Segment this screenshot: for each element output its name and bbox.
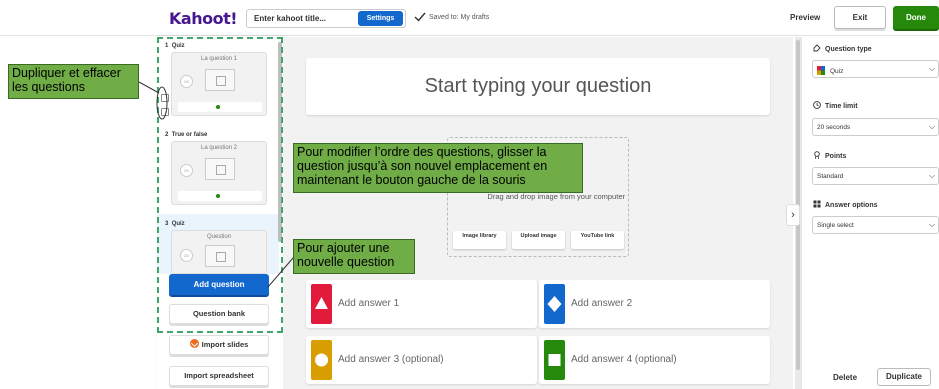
clock-icon bbox=[813, 101, 821, 109]
annotation-add-question: Pour ajouter une nouvelle question bbox=[293, 239, 415, 274]
highlight-frame bbox=[157, 37, 283, 333]
saved-status: Saved to: My drafts bbox=[429, 14, 490, 21]
answer-options-select[interactable]: Single select ⌵ bbox=[812, 216, 939, 234]
time-limit-select[interactable]: 20 seconds ⌵ bbox=[812, 118, 939, 136]
annotation-reorder: Pour modifier l’ordre des questions, gli… bbox=[293, 143, 583, 193]
time-limit-heading: Time limit bbox=[813, 101, 858, 110]
chevron-right-icon[interactable]: › bbox=[786, 204, 800, 226]
medal-icon bbox=[814, 151, 820, 159]
answer-4[interactable]: Add answer 4 (optional) bbox=[539, 336, 770, 384]
import-spreadsheet-button[interactable]: Import spreadsheet bbox=[169, 366, 269, 386]
kahoot-logo[interactable]: Kahoot! bbox=[169, 9, 238, 28]
annotation-duplicate-delete: Dupliquer et effacer les questions bbox=[8, 64, 139, 99]
answer-options-heading: Answer options bbox=[813, 200, 878, 209]
upload-image-button[interactable]: Upload image bbox=[512, 231, 565, 249]
chevron-down-icon: ⌵ bbox=[928, 171, 935, 180]
answer-3[interactable]: Add answer 3 (optional) bbox=[306, 336, 537, 384]
youtube-link-button[interactable]: YouTube link bbox=[571, 231, 624, 249]
question-type-icon bbox=[813, 44, 821, 52]
quiz-icon bbox=[817, 66, 825, 75]
points-heading: Points bbox=[813, 151, 846, 160]
answer-2[interactable]: Add answer 2 bbox=[539, 280, 770, 328]
answer-label: Add answer 4 (optional) bbox=[571, 354, 677, 365]
chevron-down-icon: ⌵ bbox=[928, 220, 935, 229]
image-library-button[interactable]: Image library bbox=[453, 231, 506, 249]
settings-panel bbox=[801, 37, 939, 389]
import-slides-label: Import slides bbox=[201, 340, 249, 349]
exit-button[interactable]: Exit bbox=[834, 6, 886, 29]
triangle-icon bbox=[311, 284, 332, 324]
import-slides-button[interactable]: Import slides bbox=[169, 335, 269, 355]
done-button[interactable]: Done bbox=[893, 6, 939, 29]
grid-icon bbox=[813, 200, 821, 208]
answer-label: Add answer 2 bbox=[571, 298, 633, 309]
square-icon bbox=[544, 340, 565, 380]
question-input[interactable]: Start typing your question bbox=[306, 58, 770, 115]
answer-1[interactable]: Add answer 1 bbox=[306, 280, 537, 328]
delete-button[interactable]: Delete bbox=[833, 373, 857, 382]
import-icon bbox=[189, 339, 199, 348]
question-type-heading: Question type bbox=[813, 44, 872, 53]
check-icon bbox=[414, 12, 426, 22]
circle-icon bbox=[311, 340, 332, 380]
chevron-down-icon: ⌵ bbox=[928, 122, 935, 131]
settings-button[interactable]: Settings bbox=[358, 11, 403, 26]
connector-line-1 bbox=[138, 81, 160, 94]
media-dropzone-text: Drag and drop image from your computer bbox=[487, 192, 625, 201]
chevron-down-icon: ⌵ bbox=[928, 64, 935, 73]
points-select[interactable]: Standard ⌵ bbox=[812, 167, 939, 185]
diamond-icon bbox=[544, 284, 565, 324]
preview-button[interactable]: Preview bbox=[790, 13, 820, 22]
duplicate-button[interactable]: Duplicate bbox=[877, 368, 931, 386]
question-type-select[interactable]: Quiz ⌵ bbox=[812, 60, 939, 78]
answer-label: Add answer 1 bbox=[338, 298, 400, 309]
answer-label: Add answer 3 (optional) bbox=[338, 354, 444, 365]
top-bar: Kahoot! Enter kahoot title... Settings S… bbox=[0, 0, 939, 36]
